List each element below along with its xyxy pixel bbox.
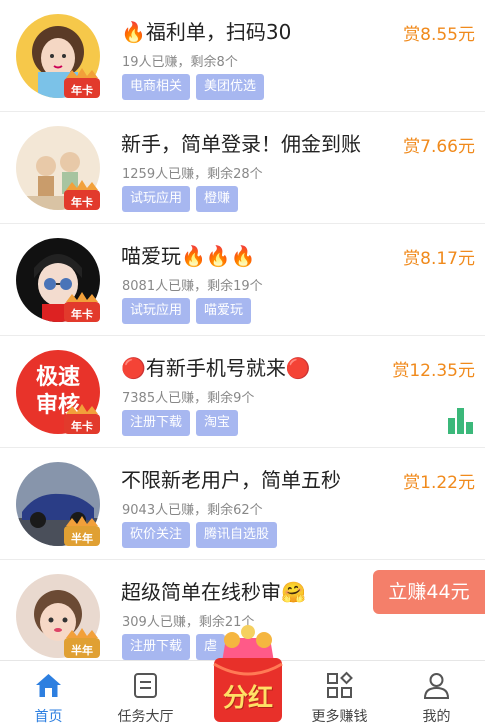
tag: 注册下载: [122, 410, 191, 436]
earn-now-button[interactable]: 立赚44元: [373, 570, 485, 614]
tag: 试玩应用: [122, 298, 191, 324]
task-row[interactable]: 年卡 喵爱玩🔥🔥🔥 8081人已赚，剩余19个 试玩应用 喵爱玩 赏8.17元: [0, 224, 485, 336]
tag: 美团优选: [196, 74, 265, 100]
nav-label: 分红: [222, 683, 273, 712]
nav-home[interactable]: 首页: [0, 661, 97, 726]
grid-apps-icon: [325, 671, 354, 700]
member-badge: 年卡: [62, 402, 102, 438]
nav-label: 我的: [422, 709, 451, 725]
nav-label: 首页: [34, 709, 63, 725]
task-list: 年卡 🔥福利单，扫码30 19人已赚，剩余8个 电商相关美团优选 赏8.55元: [0, 0, 485, 672]
task-row[interactable]: 极速 审核 年卡 🔴有新手机号就来🔴 7385人已赚，剩余9个 注册下载 淘宝 赏…: [0, 336, 485, 448]
tag: 试玩应用: [122, 186, 191, 212]
nav-label: 更多赚钱: [311, 709, 368, 725]
tag: 腾讯自选股: [196, 522, 278, 548]
task-title: 🔥福利单，扫码30: [121, 20, 292, 44]
tag: 电商相关: [122, 74, 191, 100]
tag: 喵爱玩: [196, 298, 252, 324]
task-stats: 19人已赚，剩余8个: [122, 55, 238, 70]
task-title: 不限新老用户，简单五秒: [121, 468, 341, 492]
nav-dividend-button[interactable]: 分红: [208, 618, 288, 724]
home-icon: [34, 671, 63, 700]
task-row[interactable]: 年卡 新手，简单登录！佣金到账 1259人已赚，剩余28个 试玩应用 橙赚 赏7.…: [0, 112, 485, 224]
nav-task-hall[interactable]: 任务大厅: [97, 661, 194, 726]
task-row[interactable]: 半年 不限新老用户，简单五秒 9043人已赚，剩余62个 砍价关注 腾讯自选股 赏…: [0, 448, 485, 560]
reward-amount: 赏8.17元: [403, 249, 475, 269]
tag: 砍价关注: [122, 522, 191, 548]
nav-more-earn[interactable]: 更多赚钱: [291, 661, 388, 726]
task-title: 喵爱玩🔥🔥🔥: [121, 244, 256, 268]
bar-chart-icon[interactable]: [447, 406, 475, 438]
user-icon: [422, 671, 451, 700]
task-stats: 7385人已赚，剩余9个: [122, 391, 255, 406]
reward-amount: 赏7.66元: [403, 137, 475, 157]
member-badge: 年卡: [62, 66, 102, 102]
member-badge: 半年: [62, 626, 102, 662]
tag: 淘宝: [196, 410, 239, 436]
task-list-icon: [131, 671, 160, 700]
task-row[interactable]: 年卡 🔥福利单，扫码30 19人已赚，剩余8个 电商相关 美团优选 赏8.55元: [0, 0, 485, 112]
task-stats: 8081人已赚，剩余19个: [122, 279, 263, 294]
task-title: 🔴有新手机号就来🔴: [121, 356, 311, 380]
tag: 注册下载: [122, 634, 191, 660]
member-badge: 半年: [62, 514, 102, 550]
member-badge: 年卡: [62, 290, 102, 326]
task-title: 新手，简单登录！佣金到账: [121, 132, 361, 156]
reward-amount: 赏1.22元: [403, 473, 475, 493]
task-stats: 9043人已赚，剩余62个: [122, 503, 263, 518]
avatar-text: 极速: [35, 365, 80, 390]
task-title: 超级简单在线秒审🤗: [121, 580, 306, 604]
task-stats: 1259人已赚，剩余28个: [122, 167, 263, 182]
nav-label: 任务大厅: [117, 709, 174, 725]
reward-amount: 赏12.35元: [392, 361, 475, 381]
member-badge: 年卡: [62, 178, 102, 214]
tag: 橙赚: [196, 186, 239, 212]
reward-amount: 赏8.55元: [403, 25, 475, 45]
nav-mine[interactable]: 我的: [388, 661, 485, 726]
